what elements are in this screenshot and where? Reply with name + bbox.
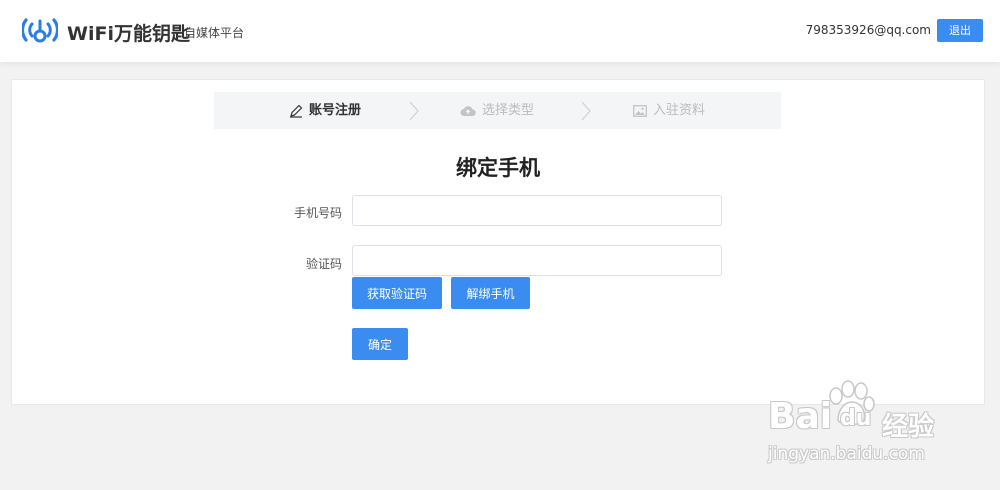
logout-button[interactable]: 退出 xyxy=(937,19,983,42)
top-header: WiFi万能钥匙 自媒体平台 798353926@qq.com 退出 xyxy=(0,0,1000,62)
brand-name: WiFi万能钥匙 xyxy=(67,23,190,45)
chevron-right-icon xyxy=(581,101,591,121)
chevron-right-icon xyxy=(409,101,419,121)
baidu-jingyan-watermark: Bai du 经验 jingyan.baidu.com xyxy=(764,380,964,470)
platform-subtitle: 自媒体平台 xyxy=(184,26,245,40)
step-profile-info: 入驻资料 xyxy=(633,92,705,129)
registration-card: 账号注册 选择类型 入驻资料 绑定手机 手机号码 验证码 获取验证码 解绑手机 … xyxy=(11,79,985,405)
cloud-icon xyxy=(460,106,476,116)
step-progress-bar: 账号注册 选择类型 入驻资料 xyxy=(214,92,781,129)
unbind-phone-button[interactable]: 解绑手机 xyxy=(451,277,530,309)
phone-input[interactable] xyxy=(352,195,722,226)
watermark-logo-right: du xyxy=(840,406,872,431)
phone-label: 手机号码 xyxy=(293,206,342,220)
user-email: 798353926@qq.com xyxy=(805,23,931,37)
image-icon xyxy=(633,104,647,117)
verification-code-input[interactable] xyxy=(352,245,722,276)
page-title: 绑定手机 xyxy=(456,156,540,180)
step-label: 选择类型 xyxy=(482,103,535,118)
confirm-button[interactable]: 确定 xyxy=(352,328,408,360)
step-select-type: 选择类型 xyxy=(460,92,534,129)
step-account-register: 账号注册 xyxy=(289,92,361,129)
step-label: 入驻资料 xyxy=(653,103,706,118)
watermark-url: jingyan.baidu.com xyxy=(768,444,925,464)
step-label: 账号注册 xyxy=(309,103,362,118)
get-code-button[interactable]: 获取验证码 xyxy=(352,277,442,309)
watermark-logo-left: Bai xyxy=(768,396,833,437)
watermark-suffix: 经验 xyxy=(882,412,935,442)
verification-code-label: 验证码 xyxy=(305,257,342,271)
pencil-icon xyxy=(290,104,303,118)
wifi-key-logo-icon xyxy=(22,18,58,43)
